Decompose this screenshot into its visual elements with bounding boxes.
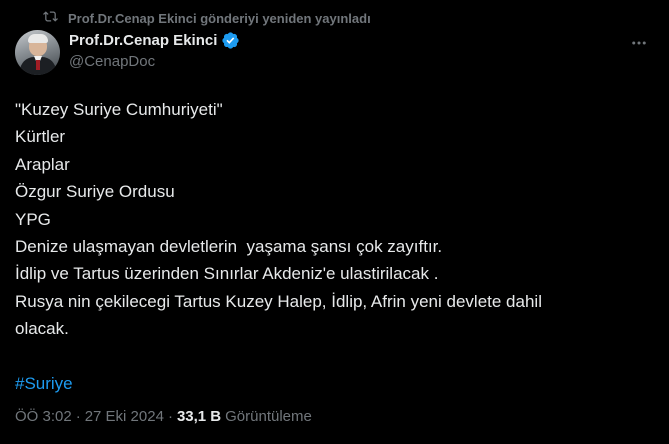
author-display-name[interactable]: Prof.Dr.Cenap Ekinci xyxy=(69,32,217,49)
tweet-text: "Kuzey Suriye Cumhuriyeti" Kürtler Arapl… xyxy=(15,96,654,397)
author-info: Prof.Dr.Cenap Ekinci @CenapDoc xyxy=(69,31,240,70)
tweet-meta: ÖÖ 3:02 · 27 Eki 2024 · 33,1 B Görüntüle… xyxy=(15,408,312,425)
avatar[interactable] xyxy=(15,30,60,75)
repost-text: Prof.Dr.Cenap Ekinci gönderiyi yeniden y… xyxy=(68,10,371,26)
tweet-line: Denize ulaşmayan devletlerin yaşama şans… xyxy=(15,237,443,257)
tweet-line: Kürtler xyxy=(15,127,66,147)
verified-badge-icon[interactable] xyxy=(221,31,240,50)
repost-indicator[interactable]: Prof.Dr.Cenap Ekinci gönderiyi yeniden y… xyxy=(43,8,371,28)
hashtag-link[interactable]: #Suriye xyxy=(15,374,73,393)
repost-icon xyxy=(43,9,58,27)
tweet-line: "Kuzey Suriye Cumhuriyeti" xyxy=(15,100,223,119)
tweet-line xyxy=(15,343,654,370)
more-options-icon[interactable] xyxy=(629,33,649,53)
meta-separator: · xyxy=(75,408,81,425)
tweet-header: Prof.Dr.Cenap Ekinci @CenapDoc xyxy=(15,30,654,76)
author-handle[interactable]: @CenapDoc xyxy=(69,53,240,70)
tweet-line: Araplar xyxy=(15,154,70,174)
tweet-date[interactable]: 27 Eki 2024 xyxy=(85,408,164,425)
tweet-time[interactable]: ÖÖ 3:02 xyxy=(15,408,72,425)
tweet-line: İdlip ve Tartus üzerinden Sınırlar Akden… xyxy=(15,264,439,284)
views-label: Görüntüleme xyxy=(225,408,312,425)
tweet-line: Özgur Suriye Ordusu xyxy=(15,182,175,202)
tweet-line: olacak. xyxy=(15,319,69,339)
views-count: 33,1 B xyxy=(176,408,222,425)
tweet-line: YPG xyxy=(15,209,51,229)
tweet-line: Rusya nin çekilecegi Tartus Kuzey Halep,… xyxy=(15,291,542,311)
meta-separator: · xyxy=(167,408,173,425)
